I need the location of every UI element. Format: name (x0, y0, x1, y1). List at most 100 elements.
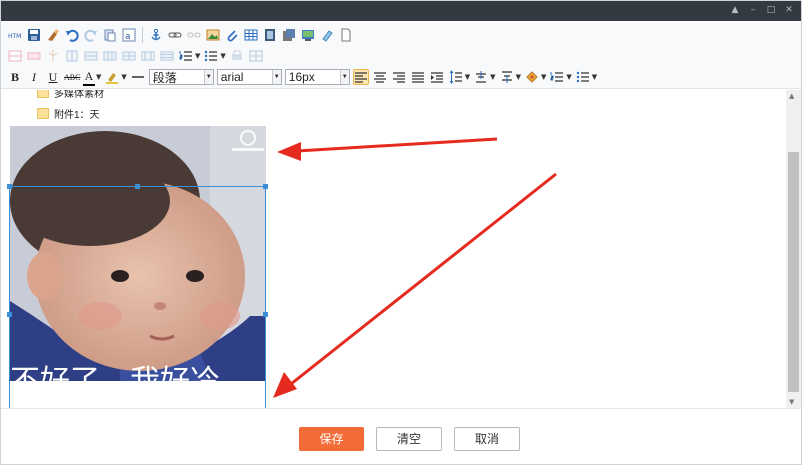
align-right-icon[interactable] (391, 69, 407, 85)
toolbar-separator (142, 27, 143, 43)
resize-handle-n[interactable] (135, 184, 140, 189)
font-size-value: 16px (288, 70, 315, 84)
cell-props-icon[interactable] (121, 48, 137, 64)
split-cell-icon[interactable] (102, 48, 118, 64)
indent-icon[interactable] (429, 69, 445, 85)
video-icon[interactable] (262, 27, 278, 43)
highlight-icon[interactable] (104, 69, 120, 85)
anchor-icon[interactable] (148, 27, 164, 43)
collapse-icon[interactable]: ▲ (729, 3, 741, 17)
svg-text:a: a (125, 32, 131, 42)
resize-handle-e[interactable] (263, 312, 268, 317)
chevron-down-icon[interactable]: ▼ (566, 73, 571, 81)
redo-icon[interactable] (83, 27, 99, 43)
resize-handle-w[interactable] (7, 312, 12, 317)
html-source-icon[interactable]: HTML (7, 27, 23, 43)
resize-handle-nw[interactable] (7, 184, 12, 189)
underline-button[interactable]: U (45, 70, 61, 85)
bold-button[interactable]: B (7, 70, 23, 85)
folder-icon (37, 108, 49, 119)
chevron-down-icon[interactable]: ▼ (96, 73, 101, 81)
editor-content[interactable]: 多媒体素材 附件1：天 (1, 90, 785, 408)
delete-col-icon[interactable] (64, 48, 80, 64)
chevron-down-icon: ▼ (203, 70, 213, 84)
new-doc-icon[interactable] (338, 27, 354, 43)
ordered-list-icon[interactable] (178, 48, 194, 64)
align-justify-icon[interactable] (410, 69, 426, 85)
delete-row-icon[interactable] (26, 48, 42, 64)
chevron-down-icon: ▼ (339, 70, 349, 84)
line-height-icon[interactable] (448, 69, 464, 85)
image-icon[interactable] (205, 27, 221, 43)
font-family-value: arial (220, 70, 244, 84)
format-painter-icon[interactable] (524, 69, 540, 85)
toolbar-row-2: ▼ ▼ (7, 46, 264, 66)
resize-handle-ne[interactable] (263, 184, 268, 189)
chevron-down-icon[interactable]: ▼ (195, 52, 200, 60)
eraser-icon[interactable] (319, 27, 335, 43)
insert-row-icon[interactable] (7, 48, 23, 64)
font-family-select[interactable]: arial ▼ (216, 69, 282, 85)
strikethrough-button[interactable]: ABC (64, 73, 80, 82)
unordered-list-2-icon[interactable] (575, 69, 591, 85)
chevron-down-icon[interactable]: ▼ (541, 73, 546, 81)
merge-cells-icon[interactable] (83, 48, 99, 64)
align-center-icon[interactable] (372, 69, 388, 85)
undo-icon[interactable] (64, 27, 80, 43)
attachment-icon[interactable] (224, 27, 240, 43)
close-icon[interactable]: ✕ (783, 3, 795, 17)
chevron-down-icon[interactable]: ▼ (592, 73, 597, 81)
unlink-icon[interactable] (186, 27, 202, 43)
file-label: 多媒体素材 (54, 90, 104, 100)
vertical-scrollbar[interactable]: ▲ ▼ (786, 90, 801, 408)
print-icon[interactable] (229, 48, 245, 64)
image-resize-frame[interactable] (7, 184, 268, 408)
toolbar-row-3: B I U ABC A ▼ ▼ 段落 ▼ arial ▼ 16px ▼ ▼ ▼ ▼ ▼ (7, 67, 597, 87)
music-icon[interactable] (281, 27, 297, 43)
table-delete-icon[interactable] (159, 48, 175, 64)
list-item[interactable]: 附件1：天 (37, 106, 100, 121)
paste-word-icon[interactable]: a (121, 27, 137, 43)
unordered-list-icon[interactable] (203, 48, 219, 64)
folder-icon (37, 90, 49, 98)
chevron-down-icon[interactable]: ▼ (220, 52, 225, 60)
link-icon[interactable] (167, 27, 183, 43)
font-size-select[interactable]: 16px ▼ (284, 69, 350, 85)
insert-col-icon[interactable] (45, 48, 61, 64)
chevron-down-icon[interactable]: ▼ (490, 73, 495, 81)
paragraph-select-value: 段落 (152, 70, 177, 85)
paste-plain-icon[interactable] (102, 27, 118, 43)
horizontal-rule-icon[interactable] (130, 69, 146, 85)
scrollbar-thumb[interactable] (788, 152, 799, 392)
scroll-down-icon[interactable]: ▼ (789, 398, 794, 406)
font-color-button[interactable]: A (83, 69, 95, 86)
paragraph-spacing-bottom-icon[interactable] (473, 69, 489, 85)
file-label: 附件1：天 (54, 110, 100, 121)
window-controls: ▲ – □ ✕ (729, 3, 795, 17)
preview-icon[interactable] (248, 48, 264, 64)
window-titlebar: ▲ – □ ✕ (1, 1, 801, 21)
italic-button[interactable]: I (26, 70, 42, 85)
maximize-icon[interactable]: □ (765, 3, 777, 17)
ordered-list-2-icon[interactable] (549, 69, 565, 85)
svg-text:HTML: HTML (8, 33, 22, 40)
save-button[interactable]: 保存 (299, 427, 364, 451)
chevron-down-icon[interactable]: ▼ (465, 73, 470, 81)
table-icon[interactable] (243, 27, 259, 43)
save-icon[interactable] (26, 27, 42, 43)
chevron-down-icon[interactable]: ▼ (516, 73, 521, 81)
paragraph-select[interactable]: 段落 ▼ (148, 69, 214, 85)
paragraph-spacing-top-icon[interactable] (499, 69, 515, 85)
scroll-up-icon[interactable]: ▲ (789, 92, 794, 100)
table-props-icon[interactable] (140, 48, 156, 64)
chevron-down-icon: ▼ (271, 70, 281, 84)
chevron-down-icon[interactable]: ▼ (121, 73, 126, 81)
align-left-icon[interactable] (352, 69, 369, 85)
gallery-icon[interactable] (300, 27, 316, 43)
clear-format-icon[interactable] (45, 27, 61, 43)
clear-button[interactable]: 清空 (376, 427, 442, 451)
editor-window: ▲ – □ ✕ HTML a (0, 0, 802, 465)
cancel-button[interactable]: 取消 (454, 427, 520, 451)
minimize-icon[interactable]: – (747, 3, 759, 17)
list-item[interactable]: 多媒体素材 (37, 90, 104, 100)
